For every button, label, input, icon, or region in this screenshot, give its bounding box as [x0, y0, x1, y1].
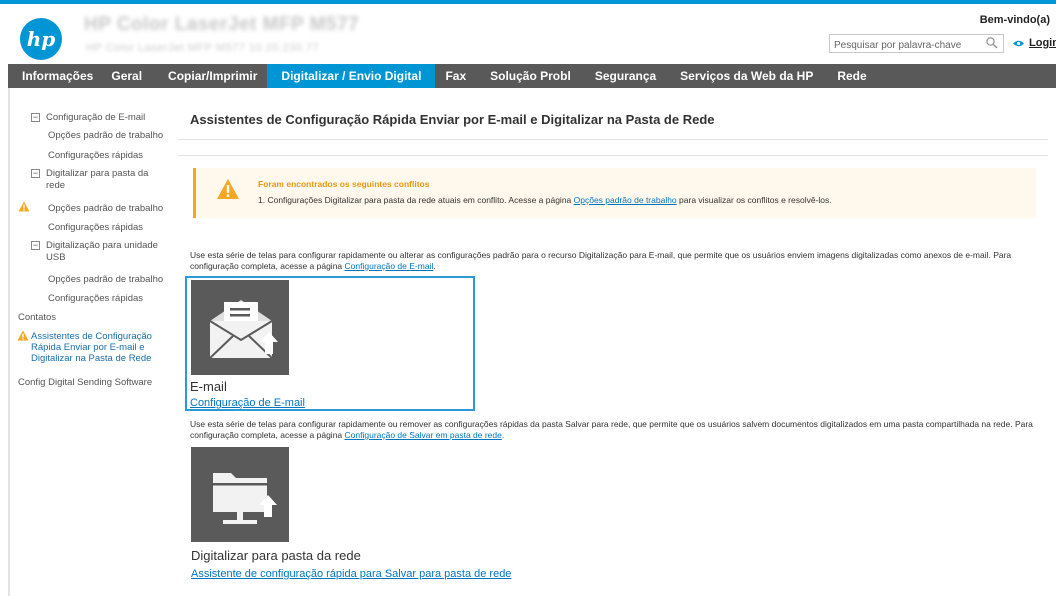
tab-solucao-probl[interactable]: Solução Probl: [476, 64, 581, 88]
collapse-icon[interactable]: −: [31, 241, 40, 250]
welcome-text: Bem-vindo(a): [979, 14, 1050, 26]
alert-message: 1. Configurações Digitalizar para pasta …: [258, 195, 832, 205]
sidebar-item-contatos[interactable]: Contatos: [18, 312, 138, 324]
title-divider: [178, 139, 1048, 140]
network-folder-wizard-tile[interactable]: [191, 447, 289, 542]
tab-seguranca[interactable]: Segurança: [581, 64, 666, 88]
nav-tabs: Informações Geral Copiar/Imprimir Digita…: [8, 64, 1056, 88]
login-link[interactable]: Login: [1012, 37, 1056, 49]
search-box: [829, 34, 1004, 55]
device-subtitle: HP Color LaserJet MFP M577 10.20.230.77: [86, 42, 320, 54]
tab-digitalizar-envio-digital[interactable]: Digitalizar / Envio Digital: [267, 64, 436, 88]
tab-servicos-web-hp[interactable]: Serviços da Web da HP: [666, 64, 823, 88]
tab-copiar-imprimir[interactable]: Copiar/Imprimir: [152, 64, 267, 88]
sidebar-item-digitalizar-pasta-rede[interactable]: Digitalizar para pasta da rede: [46, 168, 156, 192]
sidebar-item-opcoes-padrao-pasta[interactable]: Opções padrão de trabalho: [48, 203, 170, 215]
alert-message-text: 1. Configurações Digitalizar para pasta …: [258, 195, 574, 205]
left-border: [8, 88, 10, 596]
sidebar-item-config-rapidas-email[interactable]: Configurações rápidas: [48, 150, 170, 162]
sidebar-item-config-rapidas-usb[interactable]: Configurações rápidas: [48, 293, 170, 305]
collapse-icon[interactable]: −: [31, 113, 40, 122]
warning-icon: [17, 330, 29, 341]
email-tile-title: E-mail: [190, 379, 227, 394]
sidebar-item-opcoes-padrao-usb[interactable]: Opções padrão de trabalho: [48, 274, 170, 286]
opcoes-padrao-trabalho-link[interactable]: Opções padrão de trabalho: [574, 195, 677, 205]
search-input[interactable]: [830, 36, 988, 55]
tab-geral[interactable]: Geral: [103, 64, 152, 88]
folder-description-text: Use esta série de telas para configurar …: [190, 419, 1033, 440]
email-description: Use esta série de telas para configurar …: [190, 250, 1040, 272]
tab-informacoes[interactable]: Informações: [8, 64, 103, 88]
email-envelope-icon: [209, 300, 278, 359]
warning-icon: [18, 201, 30, 212]
sidebar-item-opcoes-padrao-email[interactable]: Opções padrão de trabalho: [48, 130, 170, 142]
warning-icon: [217, 179, 239, 199]
network-folder-icon: [213, 473, 277, 524]
search-icon[interactable]: [985, 36, 999, 50]
configuracao-salvar-pasta-link[interactable]: Configuração de Salvar em pasta de rede: [345, 430, 502, 440]
collapse-icon[interactable]: −: [31, 169, 40, 178]
email-description-end: .: [433, 261, 436, 271]
email-tile-link[interactable]: Configuração de E-mail: [190, 397, 305, 409]
sidebar-item-configuracao-email[interactable]: Configuração de E-mail: [46, 112, 156, 124]
folder-tile-link[interactable]: Assistente de configuração rápida para S…: [191, 568, 511, 580]
alert-title: Foram encontrados os seguintes conflitos: [258, 179, 430, 189]
header: hp HP Color LaserJet MFP M577 HP Color L…: [0, 4, 1056, 64]
eye-icon: [1013, 40, 1024, 46]
folder-description: Use esta série de telas para configurar …: [190, 419, 1040, 441]
email-wizard-tile[interactable]: [191, 280, 289, 375]
folder-description-end: .: [501, 430, 505, 440]
sidebar-item-digitalizacao-usb[interactable]: Digitalização para unidade USB: [46, 240, 166, 264]
tab-fax[interactable]: Fax: [435, 64, 476, 88]
folder-tile-title: Digitalizar para pasta da rede: [191, 548, 361, 563]
tab-rede[interactable]: Rede: [823, 64, 876, 88]
conflict-alert: Foram encontrados os seguintes conflitos…: [193, 168, 1036, 218]
sidebar-item-config-rapidas-pasta[interactable]: Configurações rápidas: [48, 222, 170, 234]
page-title: Assistentes de Configuração Rápida Envia…: [190, 112, 715, 127]
email-description-text: Use esta série de telas para configurar …: [190, 250, 1012, 271]
alert-message-end: para visualizar os conflitos e resolvê-l…: [676, 195, 832, 205]
hp-logo[interactable]: hp: [20, 18, 62, 60]
configuracao-email-link[interactable]: Configuração de E-mail: [345, 261, 434, 271]
sidebar-item-assistentes-configuracao[interactable]: Assistentes de Configuração Rápida Envia…: [31, 331, 159, 364]
sidebar-item-config-digital-sending[interactable]: Config Digital Sending Software: [18, 377, 168, 389]
section-divider: [178, 155, 1048, 156]
device-title: HP Color LaserJet MFP M577: [84, 14, 360, 35]
login-label[interactable]: Login: [1029, 37, 1056, 49]
